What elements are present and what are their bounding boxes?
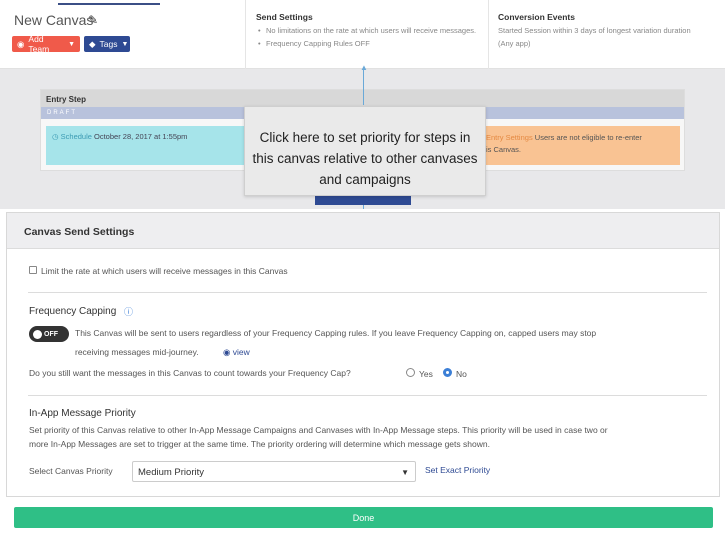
info-icon[interactable]: ⓘ — [124, 305, 133, 318]
divider — [245, 0, 246, 69]
connector-line — [363, 205, 364, 209]
canvas-priority-select[interactable]: Medium Priority ▼ — [132, 461, 416, 482]
add-team-label: Add Team — [28, 34, 50, 54]
modal-body: Limit the rate at which users will recei… — [7, 249, 721, 498]
priority-tooltip: Click here to set priority for steps in … — [244, 106, 486, 196]
select-value: Medium Priority — [138, 467, 204, 478]
canvas-send-settings-modal: Canvas Send Settings Limit the rate at w… — [6, 212, 720, 497]
canvas-header: New Canvas ✎ ◉ Add Team ▼ ◆ Tags ▼ Send … — [0, 0, 725, 69]
canvas-name[interactable]: New Canvas — [14, 12, 93, 28]
rate-limit-label[interactable]: Limit the rate at which users will recei… — [41, 266, 288, 276]
tag-icon: ◆ — [89, 38, 96, 49]
schedule-value: October 28, 2017 at 1:55pm — [94, 132, 188, 141]
send-settings-title[interactable]: Send Settings — [256, 12, 313, 22]
frequency-capping-description-cont: receiving messages mid-journey. — [75, 347, 199, 357]
chevron-down-icon: ▼ — [121, 40, 129, 48]
entry-settings-text: Users are not eligible to re-enter — [534, 133, 642, 142]
team-icon: ◉ — [17, 38, 25, 49]
entry-settings-box[interactable]: Entry Settings Users are not eligible to… — [484, 126, 680, 165]
send-settings-bullet: No limitations on the rate at which user… — [258, 24, 483, 37]
conversion-events-app: (Any app) — [498, 39, 531, 48]
no-label[interactable]: No — [456, 369, 467, 379]
add-team-button[interactable]: ◉ Add Team ▼ — [12, 34, 80, 54]
pointer-line — [363, 68, 364, 105]
frequency-capping-title: Frequency Capping — [29, 306, 117, 317]
toggle-knob — [33, 329, 42, 339]
entry-settings-label: Entry Settings — [486, 133, 533, 142]
view-link[interactable]: ◉ view — [223, 347, 250, 358]
schedule-label: Schedule — [60, 132, 92, 141]
rate-limit-checkbox[interactable] — [29, 266, 37, 274]
add-step-button[interactable] — [315, 195, 411, 205]
set-exact-priority-link[interactable]: Set Exact Priority — [425, 465, 490, 475]
yes-radio[interactable] — [406, 368, 415, 377]
done-button[interactable]: Done — [14, 507, 713, 528]
yes-label[interactable]: Yes — [419, 369, 433, 379]
chevron-down-icon: ▼ — [68, 40, 75, 48]
no-radio[interactable] — [443, 368, 452, 377]
send-settings-list: No limitations on the rate at which user… — [258, 24, 483, 50]
view-label: view — [232, 347, 250, 357]
clock-icon: ◷ — [52, 132, 59, 141]
divider — [28, 292, 707, 293]
tags-button[interactable]: ◆ Tags ▼ — [84, 36, 130, 52]
eye-icon: ◉ — [223, 347, 231, 357]
divider — [28, 395, 707, 396]
conversion-events-line: Started Session within 3 days of longest… — [498, 26, 691, 35]
conversion-events-title[interactable]: Conversion Events — [498, 12, 575, 22]
schedule-box[interactable]: ◷ Schedule October 28, 2017 at 1:55pm — [46, 126, 251, 165]
tags-label: Tags — [99, 39, 118, 49]
frequency-capping-description: This Canvas will be sent to users regard… — [75, 328, 597, 338]
chevron-down-icon: ▼ — [401, 468, 409, 477]
frequency-cap-question: Do you still want the messages in this C… — [29, 368, 351, 378]
divider — [488, 0, 489, 69]
priority-description: Set priority of this Canvas relative to … — [29, 425, 608, 435]
entry-settings-text-cont: is Canvas. — [486, 145, 522, 154]
send-settings-bullet: Frequency Capping Rules OFF — [258, 37, 483, 50]
toggle-label: OFF — [44, 330, 58, 338]
active-tab-indicator — [58, 3, 160, 5]
priority-description-cont: more In-App Messages are set to trigger … — [29, 439, 490, 449]
frequency-capping-toggle[interactable]: OFF — [29, 326, 69, 342]
select-priority-label: Select Canvas Priority — [29, 466, 113, 476]
priority-title: In-App Message Priority — [29, 408, 136, 419]
arrow-up-icon: ▲ — [360, 63, 368, 72]
pencil-icon[interactable]: ✎ — [88, 13, 98, 27]
modal-title: Canvas Send Settings — [7, 213, 719, 249]
